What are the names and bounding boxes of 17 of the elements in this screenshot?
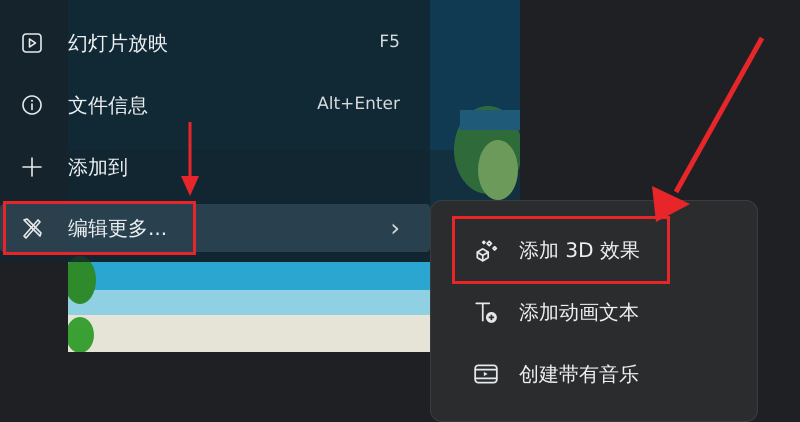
menu-item[interactable]: 添加到 — [0, 136, 430, 198]
plus-icon — [20, 155, 44, 179]
submenu-item[interactable]: 添加 3D 效果 — [455, 219, 667, 281]
menu-label: 编辑更多... — [6, 204, 194, 252]
menu-label: 文件信息 — [68, 93, 148, 117]
shortcut-label: F5 — [379, 31, 400, 54]
submenu-item[interactable]: 创建带有音乐 — [455, 343, 667, 405]
play-icon — [20, 31, 44, 55]
info-icon — [20, 93, 44, 117]
menu-item[interactable]: 编辑更多... › — [0, 204, 430, 252]
menu-item[interactable]: 幻灯片放映 F5 — [0, 12, 430, 74]
shortcut-label: Alt+Enter — [317, 93, 400, 116]
chevron-icon: › — [390, 210, 400, 246]
submenu-item[interactable]: 添加动画文本 — [455, 281, 667, 343]
menu-item[interactable]: 文件信息 Alt+Enter — [0, 74, 430, 136]
menu-label: 幻灯片放映 — [68, 31, 168, 55]
menu-label: 添加到 — [68, 155, 128, 179]
